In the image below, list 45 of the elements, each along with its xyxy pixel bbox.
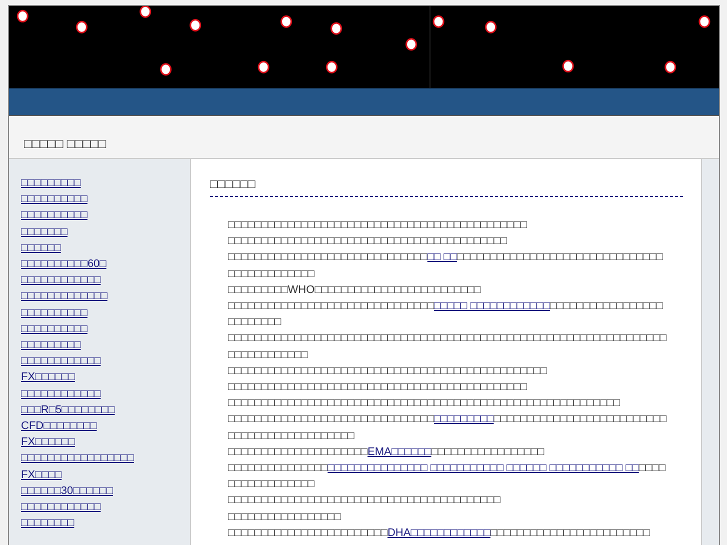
link[interactable]: DHA□□□□□□□□□□□□ [387, 526, 490, 539]
paragraph: □□□□□□□□□□□□□□□□□□□□□□□□□□□□□□□□□□□□□□□□□□ [228, 234, 508, 250]
link[interactable]: □□□□□□□□□□□□□□□ □□□□□□□□□□□ □□□□□□ □□□□□□□□□□□ □□ [328, 462, 639, 474]
sidebar-link[interactable]: □□□□□□□□□□□□ [21, 353, 101, 370]
sidebar-link[interactable]: □□□□□□□□□□□□ [21, 272, 101, 288]
sidebar-link[interactable]: FX□□□□ [21, 466, 62, 483]
sidebar-link[interactable]: □□□□□□□□□□ [21, 191, 88, 208]
sidebar-link[interactable]: □□□□□□□□□□ [21, 304, 88, 321]
sidebar-link[interactable]: □□□□□□□□□□□□□□□□□ [21, 450, 134, 467]
paragraph: □□□□□□□□□□□□□□□□□□□□□□□□□□□□□□□□□□□□□□□□□□□□□ [228, 218, 528, 233]
article-title: □□□□□□ [210, 177, 683, 197]
sidebar-link[interactable]: □□□□□□□ [21, 224, 68, 240]
site-title: □□□□□ □□□□□ [24, 136, 106, 151]
sidebar-link[interactable]: □□□□□□□□□□□□□ [21, 288, 108, 305]
paragraph: □□□□□□□□□□□□□□□□□□□□□□□□□□□□□□□□□□□□□□□□□□□□□□□□□□□□□□□□□□□ [228, 396, 621, 412]
sidebar-link[interactable]: □□□□□□ [21, 240, 61, 256]
sidebar-link[interactable]: FX□□□□□□ [21, 434, 75, 450]
sidebar-link[interactable]: □□□□□□□□□□ [21, 320, 88, 338]
paragraph: □□□□□□□□□□□□□□□□□□□□□□□□□□□□□□□□ □□□□□□□□□□□□□□□□□□□□□□□□□□□□□□□□□□□□□□□□□□□□□□ [228, 250, 664, 282]
sidebar-link[interactable]: □□□□□□□□□ [21, 337, 81, 354]
sidebar-link[interactable]: □□□□□□□□□ [21, 175, 81, 192]
paragraph: □□□□□□□□□□□□□□□□□□□□□EMA□□□□□□□□□□□□□□□□□□□□□□□ [228, 444, 546, 460]
paragraph: □□□□□□□□□□□□□□□□□ [228, 510, 342, 525]
sidebar-link[interactable]: □□□□□□□□□□ [21, 207, 88, 224]
sidebar-link[interactable]: FX□□□□□□ [21, 369, 75, 386]
paragraph: □□□□□□□□□WHO□□□□□□□□□□□□□□□□□□□□□□□□□ [228, 282, 482, 298]
paragraph: □□□□□□□□□□□□□□□□□□□□□□□□□□□□□□ □□□□□□□□□□□ □□□□□□ □□□□□□□□□□□ □□□□□□□□□□□□□□□□□□□ [228, 461, 666, 492]
sidebar-link[interactable]: CFD□□□□□□□□ [21, 418, 97, 434]
link[interactable]: □□ □□ [427, 251, 457, 264]
paragraph: □□□□□□□□□□□□□□□□□□□□□□□□DHA□□□□□□□□□□□□□□□□□□□□□□□□□□□□□□□□□□□□ [228, 526, 651, 541]
sidebar-link[interactable]: □□□□□□□□□□□□ [21, 499, 101, 516]
paragraph: □□□□□□□□□□□□□□□□□□□□□□□□□□□□□□□□□□□□□□□□□□□□□ [228, 380, 528, 396]
link[interactable]: □□□□□ □□□□□□□□□□□□ [434, 300, 550, 312]
sidebar-link[interactable]: □□□R□5□□□□□□□□ [21, 402, 115, 418]
sidebar-link[interactable]: □□□□□□30□□□□□□ [21, 482, 113, 500]
sidebar-link[interactable]: □□□□□□□□□□60□ [21, 256, 106, 272]
paragraph: □□□□□□□□□□□□□□□□□□□□□□□□□□□□□□□□□□□□ □□□□□□□□□□□□□□□□□□□□□□□□□□□□□□□□□□□□□ [228, 299, 664, 330]
sidebar-link[interactable]: □□□□□□□□ [21, 515, 74, 532]
link[interactable]: EMA□□□□□□ [368, 446, 432, 458]
paragraph: □□□□□□□□□□□□□□□□□□□□□□□□□□□□□□□□□□□□□□□□□□□□□□□□ [228, 364, 548, 379]
link[interactable]: □□□□□□□□□ [434, 413, 494, 426]
sidebar-link[interactable]: □□□□□□□□□□□□ [21, 386, 101, 402]
paragraph: □□□□□□□□□□□□□□□□□□□□□□□□□□□□□□□□□□□□□□□□□ [228, 493, 502, 508]
paragraph: □□□□□□□□□□□□□□□□□□□□□□□□□□□□□□□□□□□□□□□□□□□□□□□□□□□□□□□□□□□□□□□□□□□□□□□□□□□□□□□□□□□□□ [228, 412, 668, 444]
paragraph: □□□□□□□□□□□□□□□□□□□□□□□□□□□□□□□□□□□□□□□□□□□□□□□□□□□□□□□□□□□□□□□□□□□□□□□□□□□□□□ [228, 331, 668, 363]
